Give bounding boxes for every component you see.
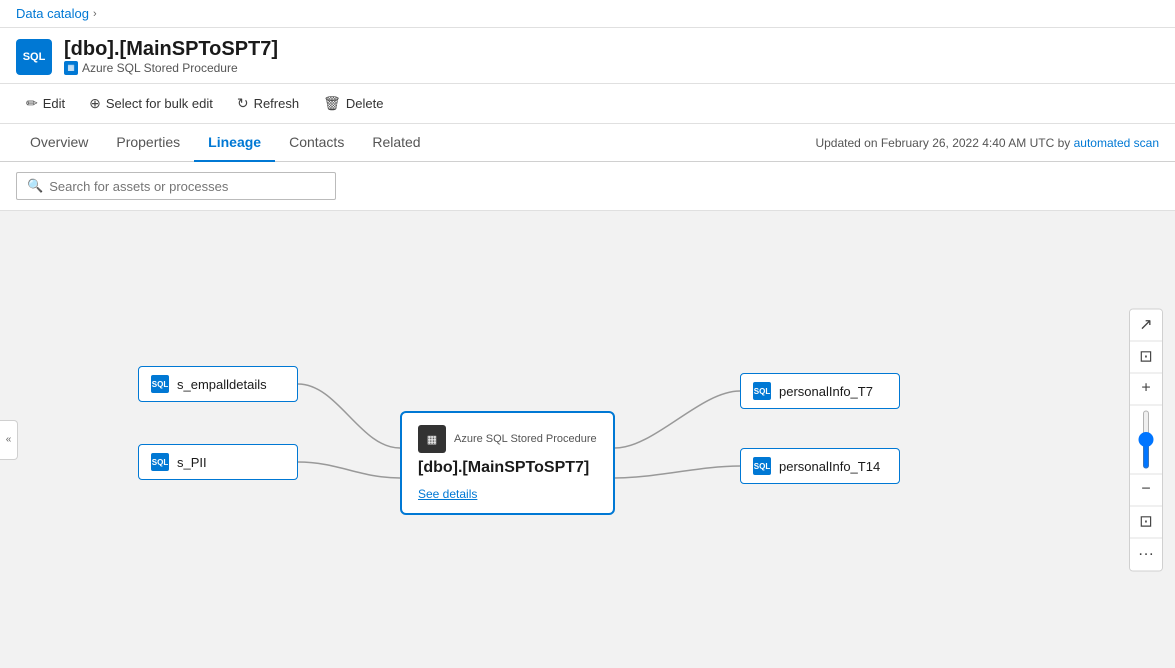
- node-personalinfo-t7-label: personalInfo_T7: [779, 384, 873, 399]
- asset-title-block: [dbo].[MainSPToSPT7] ▦ Azure SQL Stored …: [64, 38, 278, 75]
- node-personalinfo-t14-label: personalInfo_T14: [779, 459, 880, 474]
- tab-overview[interactable]: Overview: [16, 124, 102, 162]
- breadcrumb: Data catalog ›: [0, 0, 1175, 28]
- node-s-empalldetails-icon: SQL: [151, 375, 169, 393]
- app-container: Data catalog › SQL [dbo].[MainSPToSPT7] …: [0, 0, 1175, 668]
- edit-button[interactable]: ✏ Edit: [16, 90, 75, 117]
- refresh-icon: ↻: [237, 95, 249, 112]
- tabs-bar: Overview Properties Lineage Contacts Rel…: [0, 124, 1175, 162]
- center-node-icon: ▦: [418, 425, 446, 453]
- zoom-in-button[interactable]: +: [1130, 373, 1162, 405]
- tabs-updated: Updated on February 26, 2022 4:40 AM UTC…: [815, 136, 1159, 150]
- zoom-slider[interactable]: [1143, 409, 1149, 469]
- center-node-subtitle: Azure SQL Stored Procedure: [454, 433, 597, 445]
- tab-contacts[interactable]: Contacts: [275, 124, 358, 162]
- tab-lineage[interactable]: Lineage: [194, 124, 275, 162]
- zoom-in-icon: +: [1141, 380, 1150, 398]
- center-node-header: ▦ Azure SQL Stored Procedure: [418, 425, 597, 453]
- search-input-wrap: 🔍: [16, 172, 336, 200]
- node-s-empalldetails-label: s_empalldetails: [177, 377, 267, 392]
- breadcrumb-link[interactable]: Data catalog: [16, 6, 89, 21]
- refresh-button[interactable]: ↻ Refresh: [227, 90, 309, 117]
- node-s-pii-icon: SQL: [151, 453, 169, 471]
- fit-view-icon: ⊡: [1139, 347, 1152, 367]
- tabs-list: Overview Properties Lineage Contacts Rel…: [16, 124, 435, 161]
- search-bar: 🔍: [0, 162, 1175, 211]
- tab-properties[interactable]: Properties: [102, 124, 194, 162]
- node-personalinfo-t14[interactable]: SQL personalInfo_T14: [740, 448, 900, 484]
- toolbar: ✏ Edit ⊕ Select for bulk edit ↻ Refresh …: [0, 84, 1175, 124]
- node-personalinfo-t7[interactable]: SQL personalInfo_T7: [740, 373, 900, 409]
- collapse-handle[interactable]: «: [0, 420, 18, 460]
- search-icon: 🔍: [27, 178, 43, 194]
- breadcrumb-separator: ›: [93, 8, 97, 20]
- zoom-out-icon: −: [1141, 481, 1150, 499]
- zoom-out-button[interactable]: −: [1130, 474, 1162, 506]
- delete-icon: 🗑: [323, 95, 341, 112]
- center-node[interactable]: ▦ Azure SQL Stored Procedure [dbo].[Main…: [400, 411, 615, 515]
- updated-by-link[interactable]: automated scan: [1074, 136, 1159, 150]
- edit-icon: ✏: [26, 95, 38, 112]
- tab-related[interactable]: Related: [358, 124, 434, 162]
- asset-subtitle-icon: ▦: [64, 61, 78, 75]
- expand-icon: ↗: [1139, 315, 1152, 335]
- zoom-controls: ↗ ⊡ + − ⊡ ···: [1129, 308, 1163, 571]
- bulk-edit-icon: ⊕: [89, 95, 101, 112]
- expand-button[interactable]: ↗: [1130, 309, 1162, 341]
- node-s-pii[interactable]: SQL s_PII: [138, 444, 298, 480]
- node-personalinfo-t7-icon: SQL: [753, 382, 771, 400]
- node-s-pii-label: s_PII: [177, 455, 207, 470]
- fit-bottom-button[interactable]: ⊡: [1130, 506, 1162, 538]
- asset-icon: SQL: [16, 39, 52, 75]
- bulk-edit-button[interactable]: ⊕ Select for bulk edit: [79, 90, 223, 117]
- zoom-slider-wrap: [1130, 405, 1162, 474]
- fit-view-button[interactable]: ⊡: [1130, 341, 1162, 373]
- fit-bottom-icon: ⊡: [1139, 512, 1152, 532]
- center-node-title: [dbo].[MainSPToSPT7]: [418, 459, 597, 477]
- center-node-details-link[interactable]: See details: [418, 487, 477, 501]
- search-input[interactable]: [49, 179, 325, 194]
- more-options-icon: ···: [1138, 545, 1154, 563]
- asset-title: [dbo].[MainSPToSPT7]: [64, 38, 278, 61]
- asset-subtitle: ▦ Azure SQL Stored Procedure: [64, 61, 278, 75]
- lineage-canvas: « SQL s_empalldetails SQL s_PII ▦: [0, 211, 1175, 668]
- more-options-button[interactable]: ···: [1130, 538, 1162, 570]
- asset-header: SQL [dbo].[MainSPToSPT7] ▦ Azure SQL Sto…: [0, 28, 1175, 84]
- node-personalinfo-t14-icon: SQL: [753, 457, 771, 475]
- node-s-empalldetails[interactable]: SQL s_empalldetails: [138, 366, 298, 402]
- delete-button[interactable]: 🗑 Delete: [313, 90, 393, 117]
